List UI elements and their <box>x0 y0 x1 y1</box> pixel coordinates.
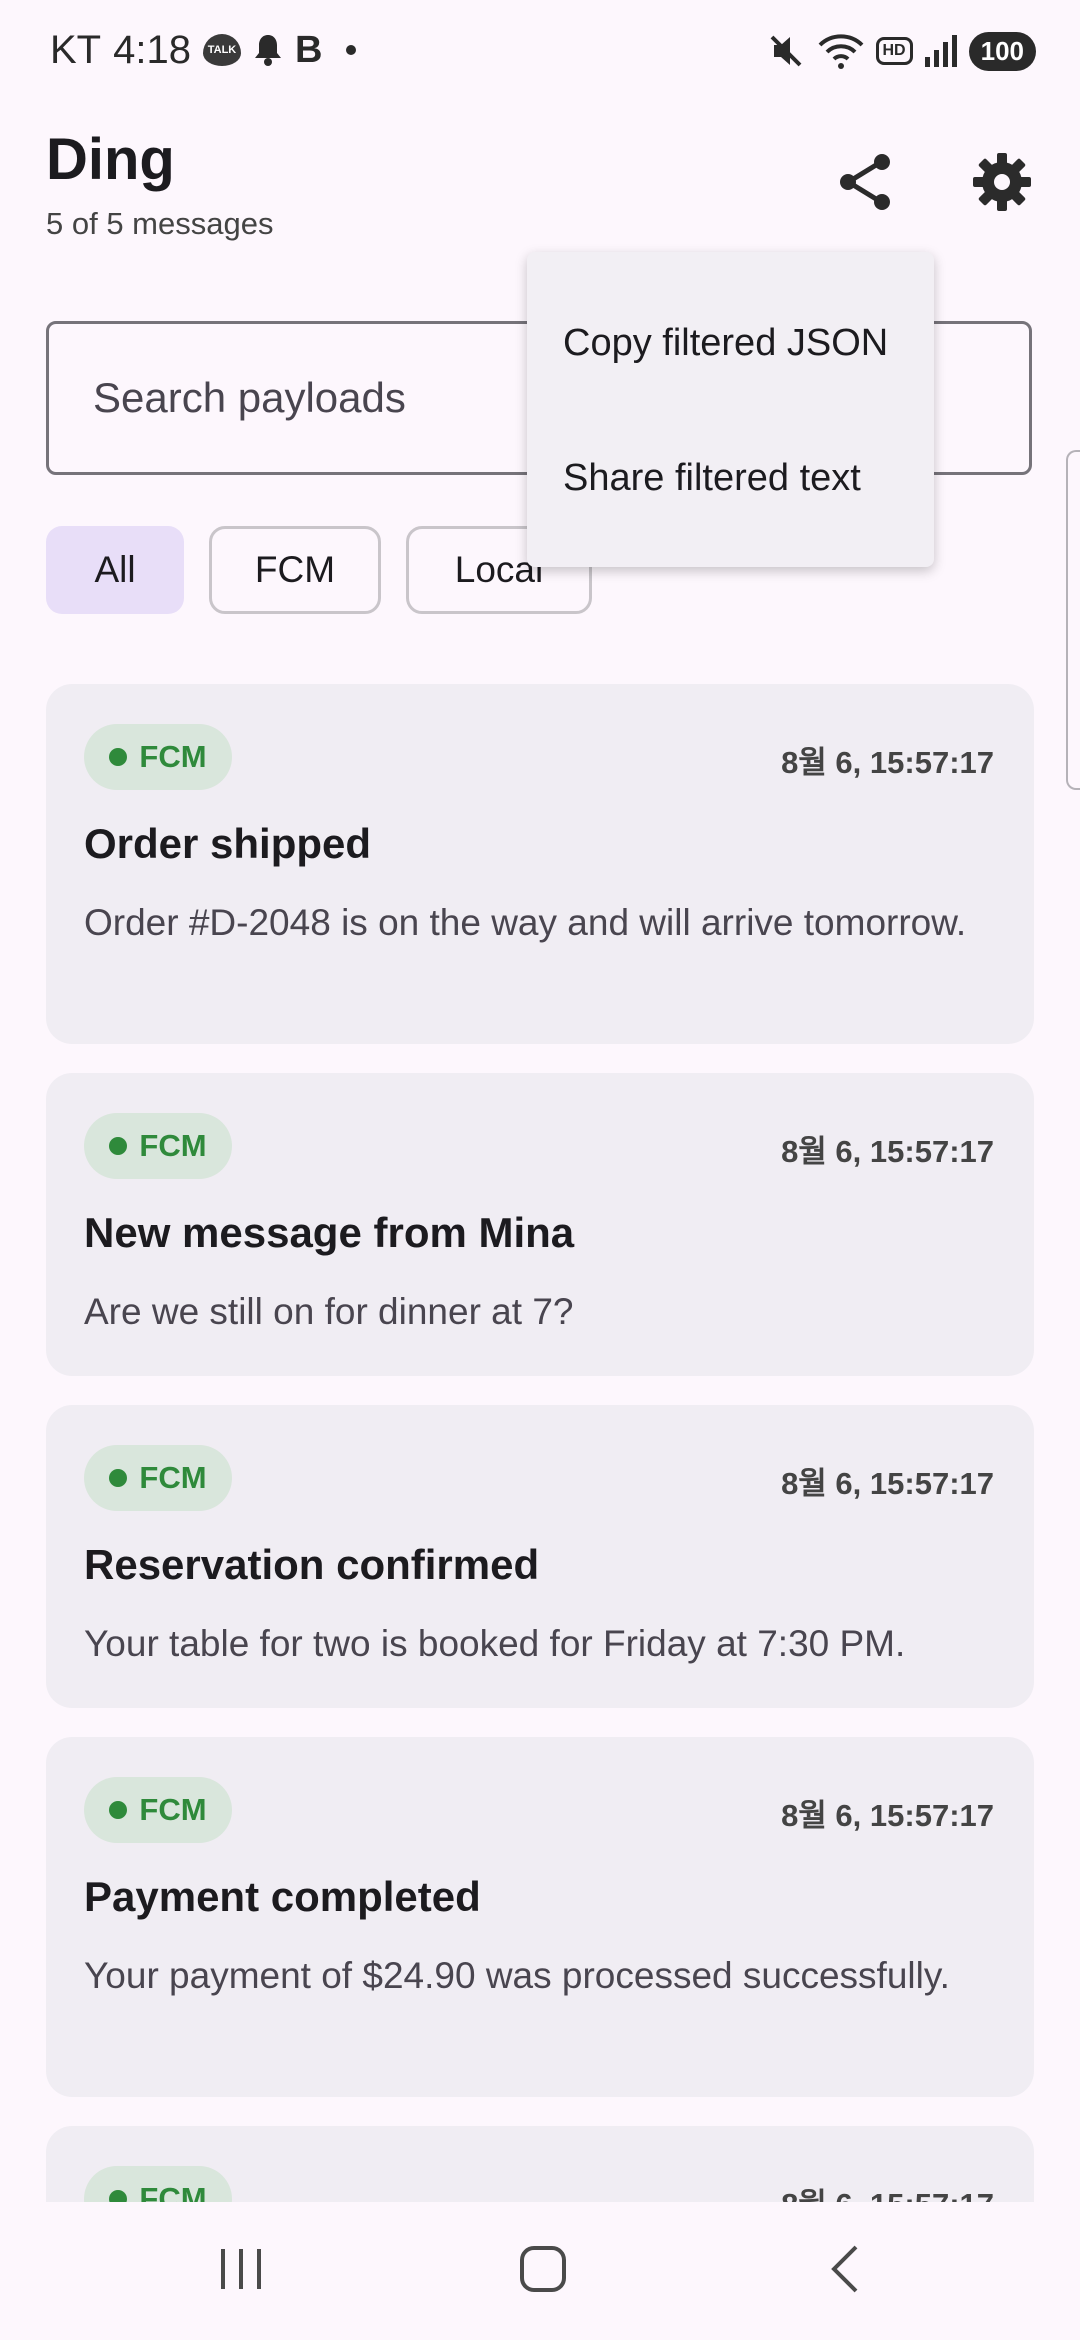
filter-chip-label: All <box>94 549 136 590</box>
status-dot-icon <box>109 2190 128 2202</box>
bell-icon <box>253 33 283 67</box>
recents-icon <box>216 2244 266 2299</box>
message-card[interactable]: FCM 8월 6, 15:57:17 New message from Mina… <box>46 1073 1034 1376</box>
share-icon <box>834 150 898 219</box>
message-timestamp: 8월 6, 15:57:17 <box>781 2179 994 2202</box>
b-icon: B <box>294 28 323 71</box>
source-badge: FCM <box>84 1777 232 1843</box>
back-icon <box>826 2243 866 2300</box>
status-bar-left: KT 4:18 TALK B <box>50 22 357 78</box>
filter-chip-all[interactable]: All <box>46 526 184 614</box>
message-title: Order shipped <box>84 820 372 867</box>
source-label: FCM <box>139 1460 207 1495</box>
message-body: Order #D-2048 is on the way and will arr… <box>84 902 967 943</box>
menu-item-copy-json[interactable]: Copy filtered JSON <box>563 322 888 365</box>
source-badge: FCM <box>84 724 232 790</box>
status-bar-right: HD 100 <box>766 26 1036 76</box>
status-dot-icon <box>109 1469 128 1487</box>
filter-chip-label: FCM <box>254 549 336 590</box>
message-card[interactable]: FCM 8월 6, 15:57:17 Reservation confirmed… <box>46 1405 1034 1708</box>
status-dot-icon <box>109 1801 128 1819</box>
signal-icon <box>923 33 959 69</box>
system-nav-bar <box>0 2202 1080 2340</box>
source-badge: FCM <box>84 2166 232 2202</box>
message-title: Payment completed <box>84 1873 481 1920</box>
menu-item-share-text[interactable]: Share filtered text <box>563 457 861 500</box>
kakaotalk-icon: TALK <box>202 34 241 66</box>
message-title: Reservation confirmed <box>84 1541 540 1588</box>
home-button[interactable] <box>443 2202 643 2340</box>
share-button[interactable] <box>818 136 914 232</box>
filter-chip-fcm[interactable]: FCM <box>209 526 381 614</box>
wifi-icon <box>816 31 866 71</box>
message-body: Your table for two is booked for Friday … <box>84 1623 906 1664</box>
battery-icon: 100 <box>968 31 1036 71</box>
recents-button[interactable] <box>141 2202 341 2340</box>
source-badge: FCM <box>84 1445 232 1511</box>
clock: 4:18 <box>113 27 191 72</box>
message-title: New message from Mina <box>84 1209 575 1256</box>
status-dot-icon <box>109 1137 128 1155</box>
mute-icon <box>766 31 806 71</box>
source-badge: FCM <box>84 1113 232 1179</box>
gear-icon <box>971 151 1033 218</box>
carrier-label: KT <box>50 27 102 72</box>
message-body: Your payment of $24.90 was processed suc… <box>84 1955 950 1996</box>
message-timestamp: 8월 6, 15:57:17 <box>781 1134 994 1169</box>
status-dot-icon <box>109 748 128 766</box>
app-title: Ding <box>46 127 175 192</box>
message-card[interactable]: FCM 8월 6, 15:57:17 <box>46 2126 1034 2202</box>
settings-button[interactable] <box>954 136 1050 232</box>
message-body: Are we still on for dinner at 7? <box>84 1291 574 1332</box>
source-label: FCM <box>139 1792 207 1827</box>
dot-icon <box>346 45 357 55</box>
source-label: FCM <box>139 1128 207 1163</box>
source-label: FCM <box>139 739 207 774</box>
back-button[interactable] <box>746 2202 946 2340</box>
hd-icon: HD <box>875 37 913 65</box>
message-timestamp: 8월 6, 15:57:17 <box>781 745 994 780</box>
message-card[interactable]: FCM 8월 6, 15:57:17 Order shipped Order #… <box>46 684 1034 1044</box>
status-bar: KT 4:18 TALK B HD 100 <box>0 0 1080 100</box>
message-timestamp: 8월 6, 15:57:17 <box>781 1798 994 1833</box>
message-list[interactable]: FCM 8월 6, 15:57:17 Order shipped Order #… <box>0 680 1080 2202</box>
home-icon <box>517 2243 569 2300</box>
share-menu: Copy filtered JSON Share filtered text <box>527 252 934 567</box>
message-timestamp: 8월 6, 15:57:17 <box>781 1466 994 1501</box>
message-card[interactable]: FCM 8월 6, 15:57:17 Payment completed You… <box>46 1737 1034 2097</box>
source-label: FCM <box>139 2181 207 2202</box>
message-count: 5 of 5 messages <box>46 206 274 241</box>
